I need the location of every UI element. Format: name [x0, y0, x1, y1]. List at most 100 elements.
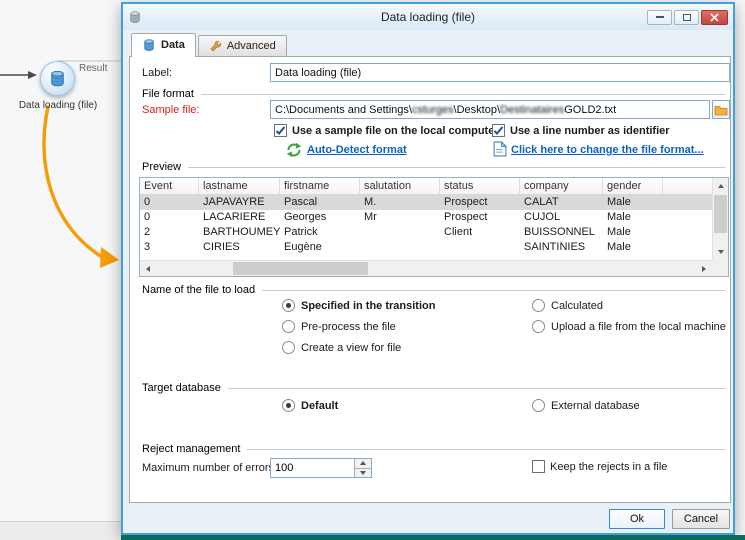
arrow-up-icon — [718, 184, 724, 188]
spin-up-button[interactable] — [355, 459, 371, 469]
cell: CALAT — [524, 196, 559, 208]
tab-advanced[interactable]: Advanced — [197, 35, 287, 56]
max-errors-spinner — [270, 458, 372, 478]
section-title: File format — [142, 88, 194, 100]
radio-label: Pre-process the file — [301, 320, 396, 333]
cell: 2 — [144, 226, 151, 238]
section-divider — [200, 94, 725, 95]
orange-arrowhead-icon — [100, 247, 119, 268]
cell: 3 — [144, 241, 151, 253]
checkbox-label: Use a line number as identifier — [510, 124, 670, 137]
close-button[interactable] — [701, 9, 728, 25]
cell: BARTHOUMEYRIE — [203, 226, 280, 238]
tab-label: Advanced — [226, 40, 276, 52]
scrollbar-corner — [712, 260, 728, 276]
folder-icon — [714, 105, 728, 115]
scroll-down-button[interactable] — [713, 244, 728, 260]
check-icon — [493, 126, 504, 135]
scroll-right-button[interactable] — [696, 261, 712, 276]
checkbox-box — [274, 124, 287, 137]
horizontal-scroll-thumb[interactable] — [233, 262, 368, 275]
document-icon — [493, 141, 508, 157]
radio-upload-local-file[interactable]: Upload a file from the local machine — [532, 320, 726, 333]
radio-default-database[interactable]: Default — [282, 399, 338, 412]
orange-callout-arrow — [42, 105, 104, 259]
section-file-format: File format — [142, 87, 725, 101]
section-divider — [188, 167, 725, 168]
sample-file-input[interactable]: C:\Documents and Settings\ csturges \Deskt… — [270, 100, 710, 119]
autodetect-format-link[interactable]: Auto-Detect format — [307, 144, 407, 156]
column-header[interactable]: salutation — [360, 178, 440, 194]
maximize-button[interactable] — [674, 9, 699, 25]
ok-button[interactable]: Ok — [609, 509, 665, 529]
spin-down-button[interactable] — [355, 468, 371, 477]
incoming-arrowhead-icon — [28, 71, 37, 79]
cell: M. — [364, 196, 377, 208]
radio-dot — [282, 341, 295, 354]
table-row[interactable]: 2 BARTHOUMEYRIE Patrick Client BUISSONNE… — [140, 225, 712, 240]
max-errors-input[interactable] — [271, 459, 354, 477]
radio-calculated[interactable]: Calculated — [532, 299, 603, 312]
path-extension: GOLD2.txt — [564, 103, 617, 116]
node-data-loading-file[interactable] — [40, 61, 75, 96]
table-row[interactable]: 0 LACARIERE Georges Mr Prospect CUJOL Ma… — [140, 210, 712, 225]
cell — [440, 240, 520, 255]
horizontal-scrollbar[interactable] — [140, 260, 712, 276]
preview-table-header: Event lastname firstname salutation stat… — [140, 178, 712, 195]
radio-label: Create a view for file — [301, 341, 402, 354]
cancel-button[interactable]: Cancel — [672, 509, 730, 529]
sample-file-label: Sample file: — [142, 104, 200, 116]
radio-label: External database — [551, 399, 640, 412]
checkbox-label: Keep the rejects in a file — [550, 460, 668, 473]
browse-file-button[interactable] — [712, 100, 730, 119]
radio-specified-in-transition[interactable]: Specified in the transition — [282, 299, 435, 312]
section-reject-management: Reject management — [142, 442, 725, 456]
change-file-format-link[interactable]: Click here to change the file format... — [511, 144, 704, 156]
label-input[interactable] — [270, 63, 730, 82]
column-header[interactable]: Event — [140, 178, 199, 194]
cell: CUJOL — [524, 211, 561, 223]
checkbox-use-sample-file[interactable]: Use a sample file on the local computer — [274, 124, 499, 137]
minimize-button[interactable] — [647, 9, 672, 25]
arrow-down-icon — [360, 470, 366, 475]
section-file-name: Name of the file to load — [142, 283, 725, 297]
path-filename-redacted: Destinataires — [500, 103, 565, 116]
section-title: Reject management — [142, 443, 241, 455]
dialog-titlebar[interactable]: Data loading (file) — [123, 4, 733, 30]
radio-create-view[interactable]: Create a view for file — [282, 341, 401, 354]
path-mid: \Desktop\ — [453, 103, 501, 116]
section-target-database: Target database — [142, 381, 725, 395]
cell: Male — [607, 196, 631, 208]
section-preview: Preview — [142, 160, 725, 174]
app-icon — [130, 11, 140, 23]
checkbox-line-identifier[interactable]: Use a line number as identifier — [492, 124, 670, 137]
radio-external-database[interactable]: External database — [532, 399, 640, 412]
database-icon — [51, 70, 64, 87]
refresh-icon — [286, 142, 302, 158]
vertical-scrollbar[interactable] — [712, 178, 728, 260]
cell: 0 — [144, 211, 151, 223]
scroll-left-button[interactable] — [140, 261, 156, 276]
radio-dot — [532, 299, 545, 312]
checkbox-keep-rejects[interactable]: Keep the rejects in a file — [532, 460, 667, 473]
radio-label: Calculated — [551, 299, 603, 312]
radio-preprocess-file[interactable]: Pre-process the file — [282, 320, 396, 333]
column-header[interactable]: lastname — [199, 178, 280, 194]
vertical-scroll-thumb[interactable] — [714, 195, 727, 233]
tab-data[interactable]: Data — [131, 33, 196, 57]
tab-bar: Data Advanced — [131, 33, 287, 57]
column-header[interactable]: firstname — [280, 178, 360, 194]
column-header[interactable]: company — [520, 178, 603, 194]
cell: BUISSONNEL — [524, 226, 595, 238]
cell: Pascal — [284, 196, 318, 208]
maximize-icon — [682, 13, 691, 21]
scroll-up-button[interactable] — [713, 178, 728, 194]
table-row[interactable]: 0 JAPAVAYRE Pascal M. Prospect CALAT Mal… — [140, 195, 712, 210]
table-row[interactable]: 3 CIRIES Eugène SAINTINIES Male — [140, 240, 712, 255]
column-header[interactable]: status — [440, 178, 520, 194]
radio-label: Default — [301, 399, 339, 412]
column-header[interactable]: gender — [603, 178, 663, 194]
cell: LACARIERE — [203, 211, 266, 223]
cell: Male — [607, 226, 631, 238]
section-title: Target database — [142, 382, 221, 394]
